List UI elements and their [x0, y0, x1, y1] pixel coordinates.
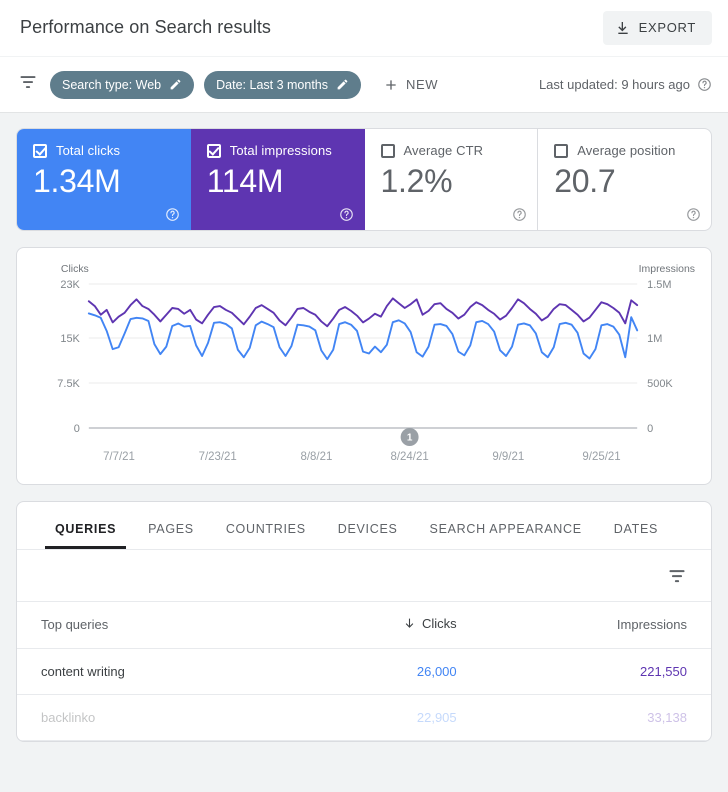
metric-label: Total impressions [229, 143, 332, 158]
metric-cards: Total clicks 1.34M Total impressions 114… [16, 128, 712, 231]
metric-card-total-impressions[interactable]: Total impressions 114M [190, 129, 365, 230]
metric-header: Total impressions [206, 143, 348, 158]
metric-header: Total clicks [33, 143, 174, 158]
plus-icon [383, 77, 399, 93]
svg-text:8/24/21: 8/24/21 [391, 451, 429, 463]
svg-text:0: 0 [74, 423, 80, 435]
metric-label: Average CTR [403, 143, 484, 158]
help-circle-icon[interactable] [697, 77, 712, 92]
pencil-icon[interactable] [169, 78, 182, 91]
metric-label: Average position [577, 143, 676, 158]
help-circle-icon[interactable] [339, 207, 354, 222]
filter-chip-date-label: Date: Last 3 months [216, 77, 329, 92]
metric-card-average-position[interactable]: Average position 20.7 [538, 129, 711, 230]
last-updated-text: Last updated: 9 hours ago [538, 77, 690, 92]
export-button-label: EXPORT [638, 20, 696, 35]
svg-text:0: 0 [647, 423, 653, 435]
tab-queries[interactable]: QUERIES [39, 522, 132, 549]
tab-devices[interactable]: DEVICES [322, 522, 414, 549]
metric-value: 114M [206, 163, 284, 199]
table-toolbar [17, 550, 711, 602]
svg-text:500K: 500K [647, 378, 673, 390]
page-title: Performance on Search results [20, 17, 272, 37]
cell-query: content writing [17, 648, 297, 695]
help-circle-icon[interactable] [165, 207, 180, 222]
cell-query: backlinko [17, 694, 297, 741]
svg-text:7.5K: 7.5K [57, 378, 80, 390]
metric-card-average-ctr[interactable]: Average CTR 1.2% [365, 129, 539, 230]
metric-value: 1.34M [33, 163, 121, 199]
metric-label: Total clicks [56, 143, 121, 158]
metric-checkbox-total-impressions[interactable] [206, 143, 221, 158]
svg-text:9/25/21: 9/25/21 [582, 451, 620, 463]
column-header-clicks[interactable]: Clicks [296, 602, 465, 649]
filter-funnel-icon[interactable] [18, 72, 40, 97]
cell-impressions: 221,550 [464, 648, 711, 695]
dimension-tabs: QUERIES PAGES COUNTRIES DEVICES SEARCH A… [17, 502, 711, 550]
filter-bar: Search type: Web Date: Last 3 months NEW… [0, 56, 728, 112]
last-updated: Last updated: 9 hours ago [539, 77, 712, 92]
sort-descending-arrow-icon [403, 617, 416, 630]
export-button[interactable]: EXPORT [602, 10, 712, 45]
metric-header: Average CTR [380, 143, 522, 158]
queries-table: Top queries Clicks Impressions content w… [17, 602, 711, 741]
filter-chip-search-type[interactable]: Search type: Web [50, 70, 195, 99]
metric-value: 20.7 [554, 163, 616, 199]
tab-countries[interactable]: COUNTRIES [210, 522, 322, 549]
table-row[interactable]: backlinko 22,905 33,138 [17, 694, 711, 741]
performance-chart-card: 23K 1.5M 15K 1M 7.5K 500K 0 0 Clicks Impressions 7… [16, 247, 712, 485]
table-header-row: Top queries Clicks Impressions [17, 602, 711, 649]
performance-chart[interactable]: 23K 1.5M 15K 1M 7.5K 500K 0 0 Clicks Impressions 7… [31, 260, 697, 478]
metric-card-total-clicks[interactable]: Total clicks 1.34M [17, 129, 191, 230]
tab-dates[interactable]: DATES [598, 522, 674, 549]
help-circle-icon[interactable] [686, 207, 701, 222]
tab-search-appearance[interactable]: SEARCH APPEARANCE [414, 522, 598, 549]
svg-text:Clicks: Clicks [61, 264, 89, 275]
pencil-icon[interactable] [336, 78, 349, 91]
column-header-clicks-label: Clicks [421, 616, 457, 632]
new-filter-label: NEW [406, 77, 439, 92]
cell-impressions: 33,138 [464, 694, 711, 741]
svg-text:7/7/21: 7/7/21 [103, 451, 135, 463]
metric-header: Average position [554, 143, 695, 158]
svg-text:9/9/21: 9/9/21 [492, 451, 524, 463]
table-filter-icon[interactable] [667, 566, 687, 586]
metric-checkbox-average-ctr[interactable] [380, 143, 395, 158]
svg-text:1M: 1M [647, 333, 662, 345]
dimension-table-card: QUERIES PAGES COUNTRIES DEVICES SEARCH A… [16, 501, 712, 742]
download-icon [615, 20, 631, 36]
column-header-impressions[interactable]: Impressions [464, 602, 711, 649]
cell-clicks: 26,000 [296, 648, 465, 695]
svg-text:1.5M: 1.5M [647, 279, 671, 291]
svg-text:8/8/21: 8/8/21 [300, 451, 332, 463]
svg-text:15K: 15K [60, 333, 80, 345]
new-filter-button[interactable]: NEW [375, 73, 446, 97]
svg-text:7/23/21: 7/23/21 [199, 451, 237, 463]
main-content: Total clicks 1.34M Total impressions 114… [0, 112, 728, 758]
svg-text:Impressions: Impressions [639, 264, 695, 275]
table-row[interactable]: content writing 26,000 221,550 [17, 648, 711, 695]
metric-checkbox-average-position[interactable] [554, 143, 569, 158]
column-header-top-queries[interactable]: Top queries [17, 602, 297, 649]
filter-chip-search-type-label: Search type: Web [62, 77, 162, 92]
help-circle-icon[interactable] [512, 207, 527, 222]
cell-clicks: 22,905 [296, 694, 465, 741]
filter-chip-date[interactable]: Date: Last 3 months [204, 70, 362, 99]
metric-value: 1.2% [380, 163, 453, 199]
svg-text:23K: 23K [60, 279, 80, 291]
tab-pages[interactable]: PAGES [132, 522, 210, 549]
svg-text:1: 1 [407, 432, 413, 443]
app-header: Performance on Search results EXPORT [0, 0, 728, 56]
metric-checkbox-total-clicks[interactable] [33, 143, 47, 158]
